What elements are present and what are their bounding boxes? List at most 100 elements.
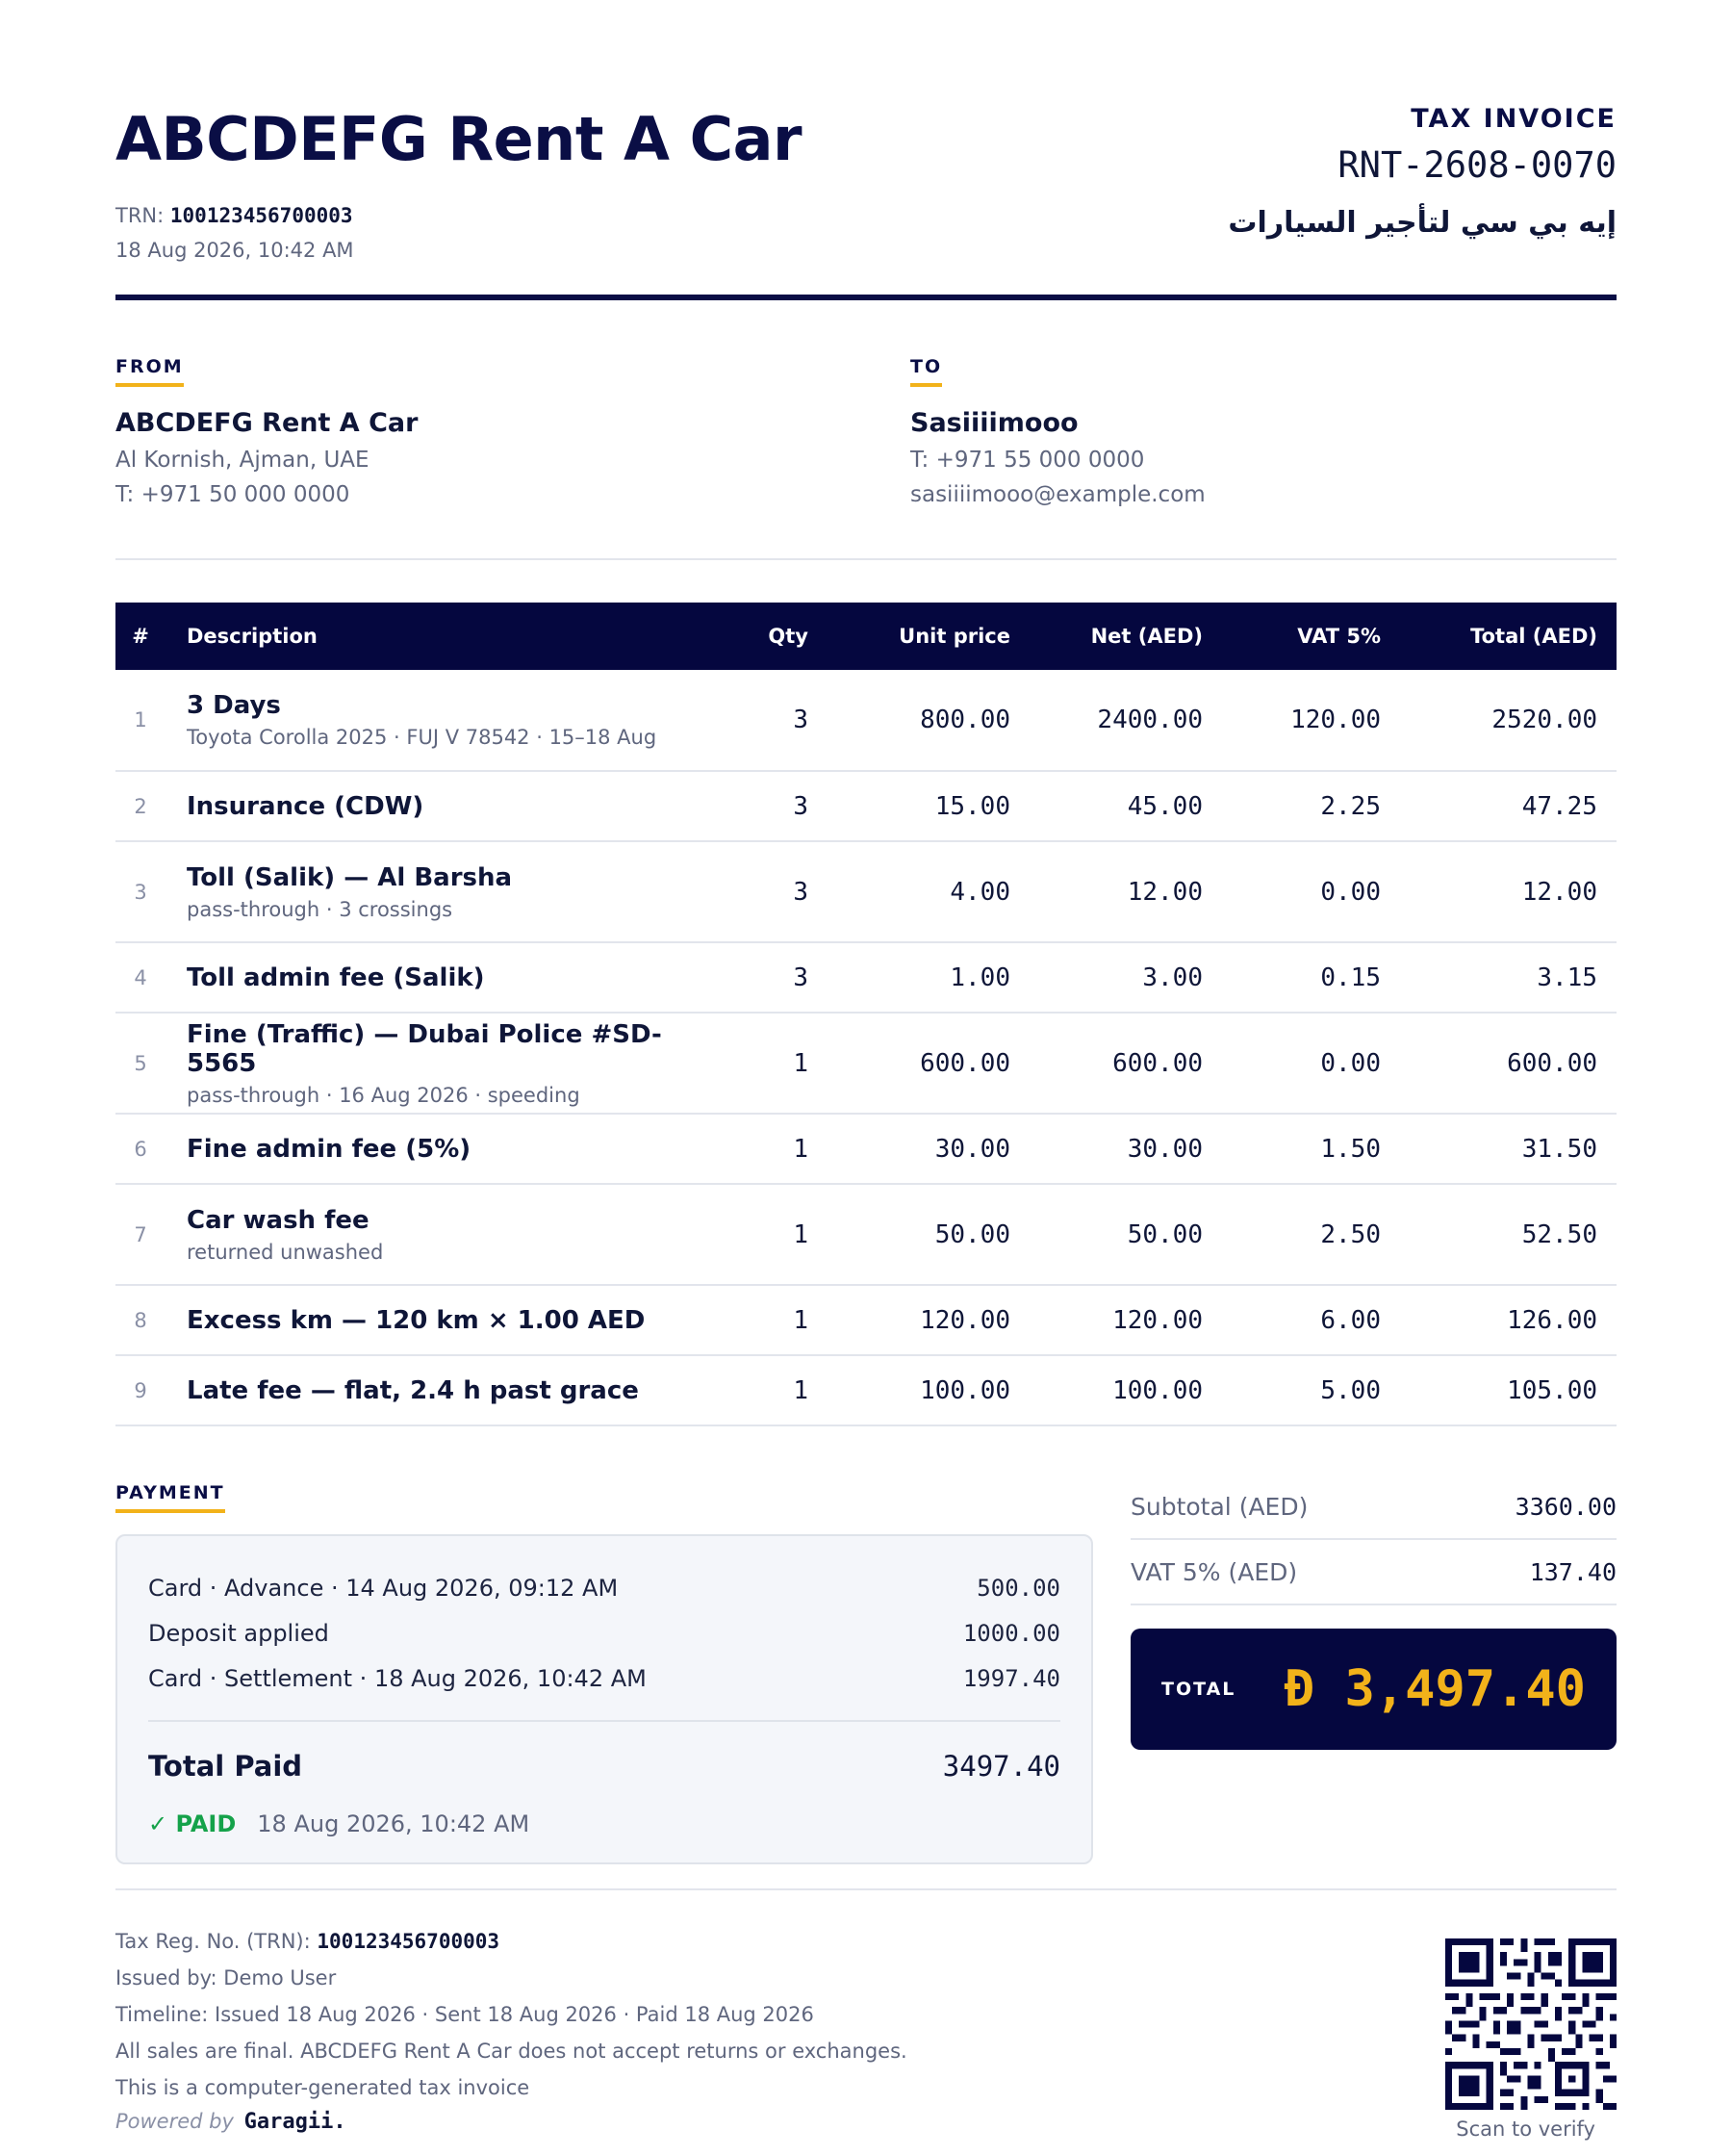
row-qty: 1: [683, 1013, 828, 1115]
row-subtitle: pass-through · 3 crossings: [187, 897, 453, 921]
row-net: 120.00: [1030, 1285, 1222, 1356]
row-index: 6: [115, 1114, 166, 1185]
invoice-footer: Tax Reg. No. (TRN): 100123456700003 Issu…: [115, 1888, 1617, 2144]
invoice-page: ABCDEFG Rent A Car TRN: 100123456700003 …: [0, 0, 1732, 2156]
invoice-number: RNT-2608-0070: [1337, 144, 1617, 186]
row-qty: 3: [683, 670, 828, 772]
from-address: Al Kornish, Ajman, UAE: [115, 448, 369, 473]
row-description: Car wash fee returned unwashed: [166, 1184, 683, 1286]
row-title: 3 Days: [187, 691, 281, 720]
row-qty: 3: [683, 942, 828, 1014]
qr-code-icon[interactable]: [1445, 1938, 1617, 2110]
to-phone: T: +971 55 000 0000: [910, 448, 1145, 473]
payment-block: PAYMENT Card · Advance · 14 Aug 2026, 09…: [115, 1482, 1093, 1864]
payment-line-label: Card · Settlement · 18 Aug 2026, 10:42 A…: [148, 1664, 647, 1692]
footer-trn: Tax Reg. No. (TRN): 100123456700003: [115, 1923, 907, 1960]
footer-trn-label: Tax Reg. No. (TRN):: [115, 1930, 311, 1953]
parties-section: FROM ABCDEFG Rent A Car Al Kornish, Ajma…: [115, 300, 1617, 560]
payment-line-amount: 1000.00: [962, 1619, 1060, 1647]
subtotal-value: 3360.00: [1515, 1492, 1617, 1521]
row-title: Toll (Salik) — Al Barsha: [187, 862, 513, 892]
sales-policy: All sales are final. ABCDEFG Rent A Car …: [115, 2040, 907, 2063]
to-block: TO Sasiiiimooo T: +971 55 000 0000 sasii…: [910, 356, 1206, 507]
to-name: Sasiiiimooo: [910, 408, 1079, 438]
row-description: Insurance (CDW): [166, 771, 683, 842]
row-total: 31.50: [1400, 1114, 1617, 1185]
row-description: Toll (Salik) — Al Barsha pass-through · …: [166, 841, 683, 943]
issued-date: 18 Aug 2026, 10:42 AM: [115, 239, 354, 262]
col-index-header: #: [115, 603, 166, 670]
row-index: 9: [115, 1355, 166, 1426]
trn-line: TRN: 100123456700003: [115, 204, 353, 227]
row-total: 600.00: [1400, 1013, 1617, 1115]
row-total: 52.50: [1400, 1184, 1617, 1286]
row-unit-price: 15.00: [828, 771, 1030, 842]
powered-by: Powered by Garagii.: [115, 2110, 346, 2134]
powered-by-label: Powered by: [115, 2110, 234, 2133]
table-row: 4 Toll admin fee (Salik) 3 1.00 3.00 0.1…: [115, 942, 1617, 1014]
row-vat: 5.00: [1222, 1355, 1400, 1426]
row-unit-price: 4.00: [828, 841, 1030, 943]
table-header-row: # Description Qty Unit price Net (AED) V…: [115, 603, 1617, 670]
row-total: 105.00: [1400, 1355, 1617, 1426]
grand-total-label: TOTAL: [1161, 1679, 1236, 1700]
payment-summary-section: PAYMENT Card · Advance · 14 Aug 2026, 09…: [115, 1426, 1617, 1888]
row-vat: 0.00: [1222, 841, 1400, 943]
table-row: 7 Car wash fee returned unwashed 1 50.00…: [115, 1184, 1617, 1286]
row-title: Excess km — 120 km × 1.00 AED: [187, 1305, 646, 1335]
from-name: ABCDEFG Rent A Car: [115, 408, 419, 438]
paid-status: ✓ PAID 18 Aug 2026, 10:42 AM: [148, 1810, 1060, 1837]
subtotal-label: Subtotal (AED): [1131, 1492, 1309, 1521]
row-net: 30.00: [1030, 1114, 1222, 1185]
col-unit-price-header: Unit price: [828, 603, 1030, 670]
row-net: 50.00: [1030, 1184, 1222, 1286]
row-vat: 2.50: [1222, 1184, 1400, 1286]
row-unit-price: 800.00: [828, 670, 1030, 772]
row-total: 47.25: [1400, 771, 1617, 842]
table-row: 8 Excess km — 120 km × 1.00 AED 1 120.00…: [115, 1285, 1617, 1356]
total-paid-label: Total Paid: [148, 1750, 303, 1783]
table-row: 9 Late fee — flat, 2.4 h past grace 1 10…: [115, 1355, 1617, 1426]
row-net: 3.00: [1030, 942, 1222, 1014]
row-description: Fine (Traffic) — Dubai Police #SD-5565 p…: [166, 1013, 683, 1115]
row-qty: 1: [683, 1355, 828, 1426]
row-title: Fine (Traffic) — Dubai Police #SD-5565: [187, 1019, 662, 1078]
to-email[interactable]: sasiiiimooo@example.com: [910, 482, 1206, 507]
row-title: Fine admin fee (5%): [187, 1134, 471, 1164]
row-vat: 120.00: [1222, 670, 1400, 772]
payment-line: Card · Settlement · 18 Aug 2026, 10:42 A…: [148, 1656, 1060, 1701]
document-type: TAX INVOICE: [1411, 104, 1617, 134]
row-total: 12.00: [1400, 841, 1617, 943]
row-net: 45.00: [1030, 771, 1222, 842]
total-paid-value: 3497.40: [942, 1750, 1060, 1783]
row-index: 1: [115, 670, 166, 772]
row-total: 3.15: [1400, 942, 1617, 1014]
trn-label: TRN:: [115, 204, 165, 227]
payment-line-amount: 1997.40: [962, 1664, 1060, 1692]
row-description: 3 Days Toyota Corolla 2025 · FUJ V 78542…: [166, 670, 683, 772]
row-total: 126.00: [1400, 1285, 1617, 1356]
row-unit-price: 30.00: [828, 1114, 1030, 1185]
payment-line-amount: 500.00: [977, 1574, 1060, 1602]
row-index: 8: [115, 1285, 166, 1356]
from-phone: T: +971 50 000 0000: [115, 482, 350, 507]
from-label: FROM: [115, 356, 184, 387]
table-row: 3 Toll (Salik) — Al Barsha pass-through …: [115, 841, 1617, 943]
row-qty: 1: [683, 1184, 828, 1286]
row-title: Late fee — flat, 2.4 h past grace: [187, 1375, 639, 1405]
row-net: 100.00: [1030, 1355, 1222, 1426]
issued-by: Issued by: Demo User: [115, 1966, 337, 1989]
row-net: 12.00: [1030, 841, 1222, 943]
row-description: Excess km — 120 km × 1.00 AED: [166, 1285, 683, 1356]
line-items-table: # Description Qty Unit price Net (AED) V…: [115, 603, 1617, 1426]
row-title: Insurance (CDW): [187, 791, 424, 821]
footer-trn-value: 100123456700003: [317, 1930, 500, 1953]
powered-by-brand[interactable]: Garagii.: [244, 2110, 346, 2134]
scan-to-verify-label: Scan to verify: [1456, 2118, 1595, 2141]
col-net-header: Net (AED): [1030, 603, 1222, 670]
table-row: 1 3 Days Toyota Corolla 2025 · FUJ V 785…: [115, 670, 1617, 772]
payment-line: Deposit applied 1000.00: [148, 1610, 1060, 1656]
payment-line-label: Deposit applied: [148, 1619, 329, 1647]
row-net: 600.00: [1030, 1013, 1222, 1115]
row-unit-price: 1.00: [828, 942, 1030, 1014]
